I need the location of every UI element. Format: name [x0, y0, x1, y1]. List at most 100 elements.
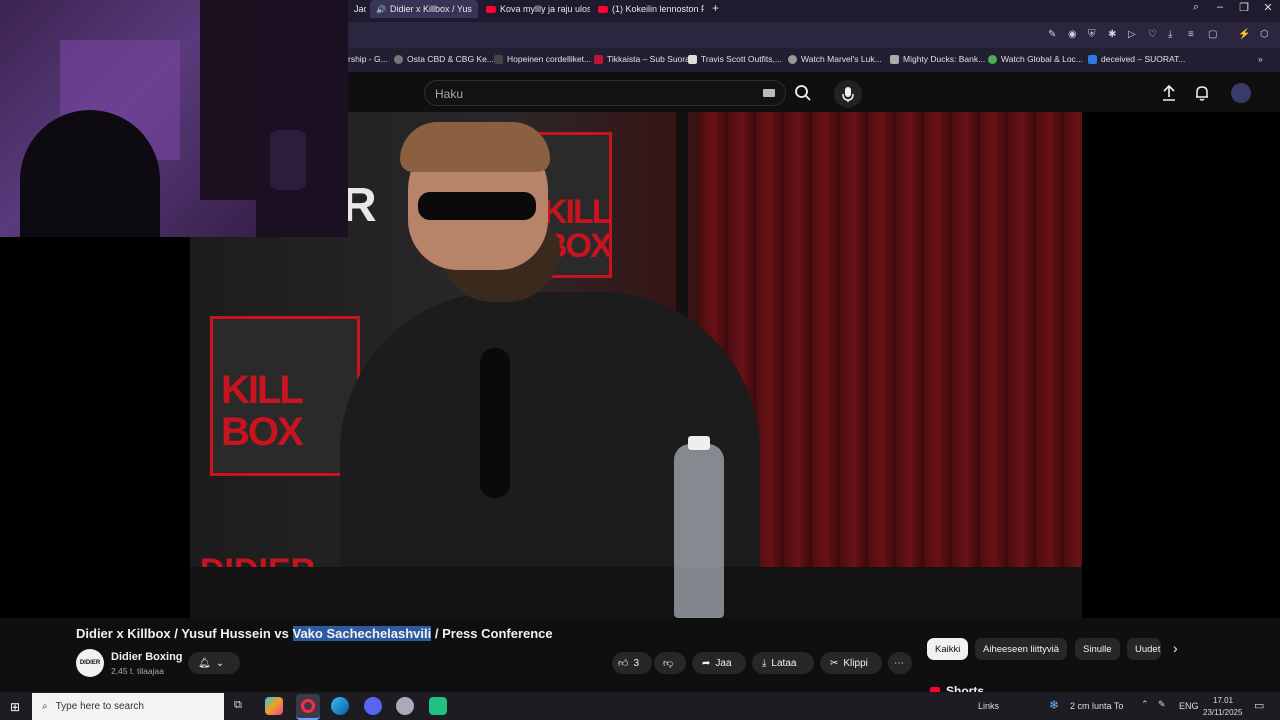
search-input[interactable]: Haku [424, 80, 786, 106]
bookmark-favicon [890, 54, 899, 64]
new-tab-button[interactable]: + [712, 1, 719, 15]
bookmark-favicon [1088, 54, 1097, 64]
video-title: Didier x Killbox / Yusuf Hussein vs Vako… [76, 626, 553, 641]
door-frame [200, 0, 260, 200]
close-icon[interactable]: ✕ [1258, 1, 1278, 14]
share-label: Jaa [715, 657, 732, 669]
weather-text[interactable]: 2 cm lunta To [1070, 701, 1123, 711]
chip-all[interactable]: Kaikki [927, 638, 969, 660]
bottle-cap [688, 436, 710, 450]
bookmarks-bar: rship - G... Osta CBD & CBG Ke... Hopein… [348, 48, 1280, 72]
taskbar-search-placeholder: Type here to search [55, 701, 144, 712]
bookmark-item[interactable]: deceived – SUORAT... [1088, 54, 1185, 64]
more-actions-button[interactable]: ⋯ [888, 652, 912, 674]
bookmark-item[interactable]: Osta CBD & CBG Ke... [394, 54, 494, 64]
keyboard-icon[interactable] [763, 89, 775, 97]
chip-new[interactable]: Uudet [1127, 638, 1161, 660]
more-horizontal-icon: ⋯ [894, 657, 904, 669]
share-icon: ➦ [702, 657, 711, 669]
taskbar-search-input[interactable]: ⌕ Type here to search [32, 693, 224, 720]
download-icon[interactable]: ⤓ [1168, 29, 1172, 40]
pen-icon[interactable]: ✎ [1158, 699, 1166, 710]
cube-icon[interactable]: ⬡ [1260, 29, 1269, 40]
tab-label: Didier x Killbox / Yus [389, 4, 472, 14]
subscriber-count: 2,45 t. tilaajaa [111, 666, 164, 676]
bookmark-item[interactable]: Watch Global & Loc... [988, 54, 1083, 64]
backdrop-logo-text-2: KILL BOX [221, 368, 304, 454]
video-title-highlight: Vako Sachechelashvili [292, 626, 432, 641]
bookmark-item[interactable]: Travis Scott Outfits,... [688, 54, 782, 64]
clock-time[interactable]: 17.01 [1213, 696, 1233, 705]
chip-related[interactable]: Aiheeseen liittyviä [975, 638, 1068, 660]
language-indicator[interactable]: ENG [1179, 701, 1199, 711]
stream-deck [270, 130, 306, 190]
channel-avatar[interactable]: DIDIER [76, 649, 104, 677]
notification-center-icon[interactable]: ▭ [1254, 699, 1264, 712]
minimize-icon[interactable]: – [1210, 1, 1230, 13]
backdrop-logo-panel-2: KILL BOX [210, 316, 360, 476]
bookmark-favicon [494, 54, 503, 64]
bookmark-label: Hopeinen cordelliket... [507, 54, 592, 64]
windows-start-icon[interactable]: ⊞ [10, 700, 20, 714]
subscription-bell-button[interactable]: 🔔︎ ⌄ [188, 652, 240, 674]
search-placeholder: Haku [435, 87, 464, 101]
shield-icon[interactable]: ⛨ [1088, 29, 1096, 40]
chevron-right-icon[interactable]: › [1173, 640, 1178, 656]
like-count: 3 [633, 657, 640, 669]
share-button[interactable]: ➦ Jaa [692, 652, 746, 674]
edit-icon[interactable]: ✎ [1048, 29, 1056, 40]
edge-icon[interactable] [331, 697, 349, 715]
bookmarks-overflow-icon[interactable]: » [1258, 54, 1263, 64]
task-view-icon[interactable]: ⧉ [234, 699, 242, 712]
restore-icon[interactable]: ❐ [1234, 1, 1254, 14]
camera-icon[interactable]: ◉ [1068, 29, 1077, 40]
notifications-bell-icon[interactable] [1193, 84, 1211, 102]
bookmark-item[interactable]: rship - G... [348, 54, 388, 64]
tray-chevron-up-icon[interactable]: ⌃ [1141, 699, 1149, 710]
bookmark-label: rship - G... [348, 54, 388, 64]
like-button[interactable]: 👍︎ 3 [612, 652, 652, 674]
voice-search-button[interactable] [834, 80, 862, 108]
app-icon[interactable] [429, 697, 447, 715]
play-icon[interactable]: ▷ [1128, 29, 1136, 40]
speaker-icon: 🔊 [376, 4, 386, 14]
speaker-hair [400, 122, 550, 172]
tab-active-video[interactable]: 🔊 Didier x Killbox / Yus [370, 0, 478, 18]
upload-icon[interactable] [1160, 84, 1178, 102]
table [190, 567, 1082, 618]
menu-icon[interactable]: ≡ [1188, 29, 1194, 40]
clock-date[interactable]: 23/11/2025 [1203, 708, 1242, 717]
links-toolbar[interactable]: Links [978, 701, 999, 711]
account-avatar[interactable] [1231, 83, 1251, 103]
bookmark-item[interactable]: Mighty Ducks: Bank... [890, 54, 985, 64]
download-label: Lataa [771, 657, 797, 669]
tab-3[interactable]: Kova myllly ja raju ulosajo [480, 0, 590, 18]
clip-button[interactable]: ✂ Klippi [820, 652, 882, 674]
copilot-icon[interactable] [265, 697, 283, 715]
bookmark-label: Watch Global & Loc... [1001, 54, 1083, 64]
webcam-right-panel [256, 0, 348, 237]
vpn-icon[interactable]: ⚡ [1238, 29, 1250, 40]
search-icon[interactable] [794, 84, 812, 102]
download-button[interactable]: ⤓ Lataa [752, 652, 814, 674]
sunglasses [418, 192, 536, 220]
search-tabs-icon[interactable]: ⌕ [1186, 1, 1206, 14]
chip-for-you[interactable]: Sinulle [1075, 638, 1120, 660]
bookmark-favicon [988, 54, 997, 64]
bookmark-item[interactable]: Watch Marvel's Luk... [788, 54, 882, 64]
bookmark-favicon [788, 54, 797, 64]
tab-1[interactable]: Jac [348, 0, 366, 18]
tab-label: Jac [354, 4, 366, 14]
discord-icon[interactable] [364, 697, 382, 715]
bookmark-item[interactable]: Hopeinen cordelliket... [494, 54, 591, 64]
bookmark-item[interactable]: Tikkaista – Sub Suora [594, 54, 690, 64]
settings-app-icon[interactable] [396, 697, 414, 715]
lock-icon[interactable]: ▢ [1208, 29, 1217, 40]
dislike-button[interactable]: 👎︎ [654, 652, 686, 674]
tab-4[interactable]: (1) Kokeilin lennoston Fyy [592, 0, 704, 18]
extension-icon[interactable]: ✱ [1108, 29, 1116, 40]
channel-name[interactable]: Didier Boxing [111, 651, 183, 663]
heart-icon[interactable]: ♡ [1148, 29, 1157, 40]
handheld-microphone [480, 348, 510, 498]
tab-label: Kova myllly ja raju ulosajo [500, 4, 590, 14]
